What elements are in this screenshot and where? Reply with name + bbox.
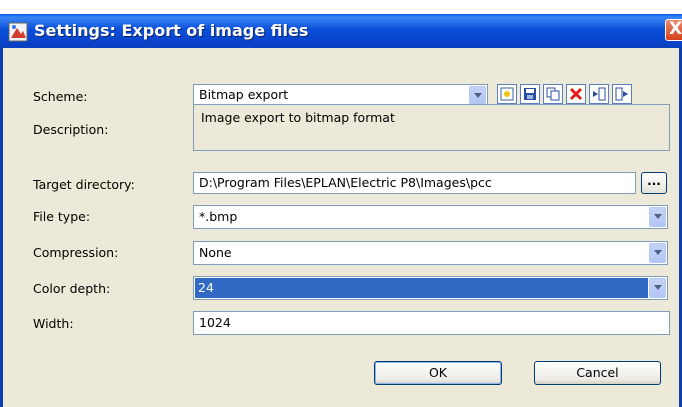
export-scheme-button[interactable] — [612, 84, 632, 104]
ok-button[interactable]: OK — [374, 361, 502, 385]
compression-select[interactable]: None — [193, 241, 668, 265]
app-icon — [8, 22, 28, 42]
target-directory-input[interactable]: D:\Program Files\EPLAN\Electric P8\Image… — [193, 172, 636, 194]
color-depth-value: 24 — [195, 278, 648, 298]
compression-value: None — [199, 245, 232, 260]
description-label: Description: — [33, 122, 109, 137]
new-icon — [500, 87, 514, 101]
import-icon — [593, 87, 606, 101]
copy-icon — [546, 87, 560, 101]
width-input[interactable]: 1024 — [193, 311, 670, 335]
save-icon — [524, 88, 536, 100]
target-directory-value: D:\Program Files\EPLAN\Electric P8\Image… — [199, 175, 492, 190]
file-type-value: *.bmp — [199, 209, 238, 224]
compression-dropdown-arrow[interactable] — [649, 243, 666, 263]
scheme-select[interactable]: Bitmap export — [193, 84, 488, 106]
new-scheme-button[interactable] — [497, 84, 517, 104]
cancel-button[interactable]: Cancel — [534, 361, 661, 385]
file-type-select[interactable]: *.bmp — [193, 205, 668, 229]
color-depth-label: Color depth: — [33, 281, 111, 296]
delete-scheme-button[interactable] — [566, 84, 586, 104]
target-directory-label: Target directory: — [33, 177, 135, 192]
color-depth-select[interactable]: 24 — [193, 276, 668, 300]
delete-icon — [569, 87, 583, 101]
background-window-strip — [0, 0, 682, 14]
width-label: Width: — [33, 316, 74, 331]
save-scheme-button[interactable] — [520, 84, 540, 104]
width-value: 1024 — [199, 315, 231, 330]
color-depth-dropdown-arrow[interactable] — [649, 278, 666, 298]
scheme-value: Bitmap export — [199, 87, 289, 102]
close-icon: X — [669, 19, 682, 39]
browse-button[interactable]: ... — [641, 172, 667, 194]
file-type-label: File type: — [33, 209, 91, 224]
settings-dialog — [0, 0, 682, 407]
scheme-label: Scheme: — [33, 89, 88, 104]
import-scheme-button[interactable] — [589, 84, 609, 104]
description-value: Image export to bitmap format — [201, 110, 395, 125]
export-icon — [615, 87, 628, 101]
window-title: Settings: Export of image files — [34, 21, 309, 40]
description-field[interactable]: Image export to bitmap format — [193, 104, 670, 151]
file-type-dropdown-arrow[interactable] — [649, 207, 666, 227]
scheme-dropdown-arrow[interactable] — [469, 86, 486, 104]
copy-scheme-button[interactable] — [543, 84, 563, 104]
compression-label: Compression: — [33, 245, 119, 260]
close-button[interactable]: X — [665, 19, 682, 41]
